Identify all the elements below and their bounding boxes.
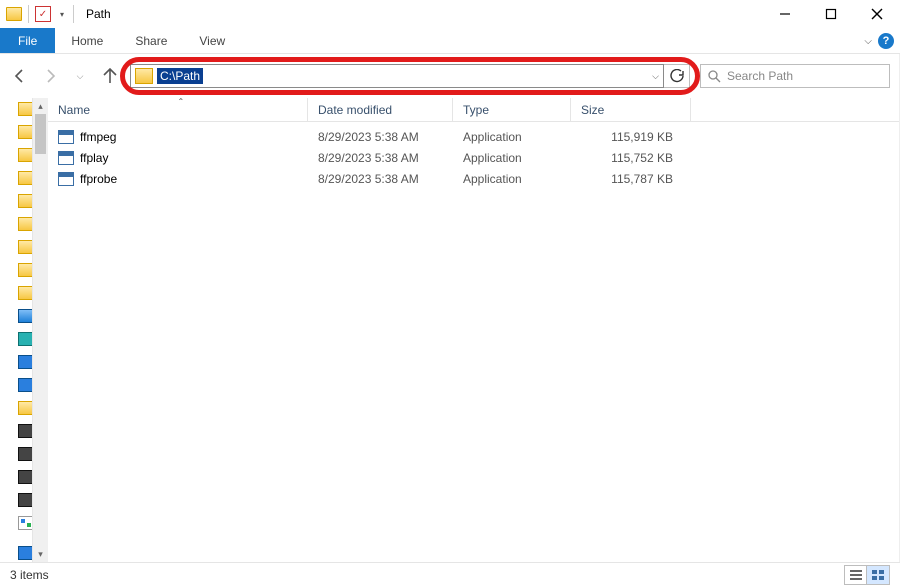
column-size[interactable]: Size: [571, 98, 691, 121]
status-bar: 3 items: [0, 562, 900, 586]
tree-scrollbar[interactable]: ▴ ▾: [32, 98, 48, 562]
file-size: 115,787 KB: [571, 172, 691, 186]
column-name-label: Name: [58, 103, 90, 117]
close-button[interactable]: [854, 0, 900, 28]
column-date[interactable]: Date modified: [308, 98, 453, 121]
file-name: ffplay: [80, 151, 108, 165]
tab-view[interactable]: View: [183, 28, 241, 53]
separator: [73, 5, 74, 23]
up-button[interactable]: [100, 66, 120, 86]
folder-icon: [6, 7, 22, 21]
separator: [28, 5, 29, 23]
column-type[interactable]: Type: [453, 98, 571, 121]
scroll-down-icon[interactable]: ▾: [33, 546, 48, 562]
tab-share[interactable]: Share: [119, 28, 183, 53]
view-details-button[interactable]: [845, 566, 867, 584]
file-size: 115,752 KB: [571, 151, 691, 165]
qat-dropdown-icon[interactable]: ▾: [57, 6, 67, 22]
file-type: Application: [453, 172, 571, 186]
file-date: 8/29/2023 5:38 AM: [308, 130, 453, 144]
forward-button[interactable]: [40, 66, 60, 86]
help-icon[interactable]: ?: [878, 33, 894, 49]
sort-indicator-icon: ⌃: [178, 98, 185, 106]
file-date: 8/29/2023 5:38 AM: [308, 151, 453, 165]
file-name: ffprobe: [80, 172, 117, 186]
column-headers: Name ⌃ Date modified Type Size: [48, 98, 900, 122]
file-list: Name ⌃ Date modified Type Size ffmpeg 8/2…: [48, 98, 900, 562]
tree-pane[interactable]: ⌵ ▴ ▾: [0, 98, 48, 562]
titlebar: ✓ ▾ Path: [0, 0, 900, 28]
table-row[interactable]: ffmpeg 8/29/2023 5:38 AMApplication115,91…: [48, 126, 900, 147]
search-input[interactable]: Search Path: [700, 64, 890, 88]
scroll-up-icon[interactable]: ▴: [33, 98, 48, 114]
search-icon: [707, 69, 721, 83]
view-toggle: [844, 565, 890, 585]
application-icon: [58, 172, 74, 186]
scroll-thumb[interactable]: [35, 114, 46, 154]
folder-icon: [135, 68, 153, 84]
application-icon: [58, 130, 74, 144]
file-name: ffmpeg: [80, 130, 116, 144]
address-path[interactable]: C:\Path: [157, 68, 203, 84]
file-type: Application: [453, 130, 571, 144]
file-size: 115,919 KB: [571, 130, 691, 144]
qat-properties-icon[interactable]: ✓: [35, 6, 51, 22]
main: ⌵ ▴ ▾ Name ⌃ Date modified Type Size ffm…: [0, 98, 900, 562]
address-dropdown-icon[interactable]: ⌵: [652, 65, 659, 87]
tab-home[interactable]: Home: [55, 28, 119, 53]
application-icon: [58, 151, 74, 165]
file-type: Application: [453, 151, 571, 165]
table-row[interactable]: ffplay 8/29/2023 5:38 AMApplication115,75…: [48, 147, 900, 168]
file-date: 8/29/2023 5:38 AM: [308, 172, 453, 186]
address-bar[interactable]: C:\Path ⌵: [130, 64, 664, 88]
window-title: Path: [86, 7, 111, 21]
ribbon-tabs: File Home Share View ⌵ ?: [0, 28, 900, 54]
maximize-button[interactable]: [808, 0, 854, 28]
status-count: 3 items: [10, 568, 49, 582]
minimize-button[interactable]: [762, 0, 808, 28]
table-row[interactable]: ffprobe 8/29/2023 5:38 AMApplication115,7…: [48, 168, 900, 189]
refresh-button[interactable]: [664, 64, 690, 88]
search-placeholder: Search Path: [727, 69, 793, 83]
navbar: ⌵ C:\Path ⌵ Search Path: [0, 54, 900, 98]
back-button[interactable]: [10, 66, 30, 86]
ribbon-expand-icon[interactable]: ⌵: [864, 36, 872, 47]
tab-file[interactable]: File: [0, 28, 55, 53]
view-icons-button[interactable]: [867, 566, 889, 584]
column-name[interactable]: Name ⌃: [48, 98, 308, 121]
recent-locations-dropdown[interactable]: ⌵: [70, 66, 90, 86]
